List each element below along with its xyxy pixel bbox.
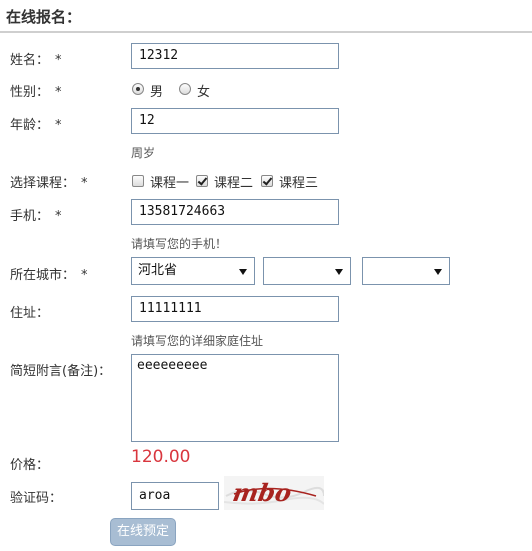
note-textarea[interactable]: eeeeeeeee (131, 354, 339, 442)
name-label-text: 姓名： (10, 53, 50, 68)
captcha-input[interactable]: aroa (131, 482, 219, 510)
address-hint: 请填写您的详细家庭住址 (131, 334, 264, 348)
name-input[interactable]: 12312 (131, 43, 339, 69)
gender-label: 性别： * (10, 81, 62, 100)
course-3-checkbox[interactable] (261, 175, 273, 187)
age-unit: 周岁 (131, 146, 156, 160)
gender-female-label[interactable]: 女 (197, 81, 210, 100)
phone-label-text: 手机： (10, 209, 50, 224)
gender-female-radio[interactable] (179, 83, 191, 95)
gender-male-label[interactable]: 男 (150, 81, 163, 100)
gender-label-text: 性别： (10, 85, 50, 100)
province-select-value: 河北省 (138, 263, 178, 278)
name-label: 姓名： * (10, 49, 62, 68)
chevron-down-icon (239, 269, 247, 275)
course-2-label[interactable]: 课程二 (214, 172, 253, 191)
required-mark: * (55, 118, 62, 133)
submit-button[interactable]: 在线预定 (110, 518, 176, 546)
form-title: 在线报名： (6, 8, 82, 26)
province-select[interactable]: 河北省 (131, 257, 255, 285)
required-mark: * (55, 85, 62, 100)
city-label-text: 所在城市： (10, 268, 76, 283)
required-mark: * (55, 209, 62, 224)
age-label-text: 年龄： (10, 118, 50, 133)
address-label: 住址： (10, 306, 50, 321)
required-mark: * (55, 53, 62, 68)
required-mark: * (81, 176, 88, 191)
note-label: 简短附言(备注)： (10, 364, 112, 379)
phone-input[interactable]: 13581724663 (131, 199, 339, 225)
course-2-checkbox[interactable] (196, 175, 208, 187)
city-label: 所在城市： * (10, 264, 88, 283)
title-divider (0, 31, 532, 33)
price-label: 价格： (10, 458, 50, 473)
course-1-checkbox[interactable] (132, 175, 144, 187)
gender-male-radio[interactable] (132, 83, 144, 95)
required-mark: * (81, 268, 88, 283)
age-label: 年龄： * (10, 114, 62, 133)
chevron-down-icon (434, 269, 442, 275)
price-value: 120.00 (131, 447, 191, 467)
address-input[interactable]: 11111111 (131, 296, 339, 322)
course-3-label[interactable]: 课程三 (279, 172, 318, 191)
course-label: 选择课程： * (10, 172, 88, 191)
course-label-text: 选择课程： (10, 176, 76, 191)
phone-label: 手机： * (10, 205, 62, 224)
age-input[interactable]: 12 (131, 108, 339, 134)
course-1-label[interactable]: 课程一 (150, 172, 189, 191)
phone-hint: 请填写您的手机！ (131, 237, 228, 251)
captcha-image[interactable]: mbo (224, 476, 324, 510)
district-select[interactable] (362, 257, 450, 285)
chevron-down-icon (335, 269, 343, 275)
city-select[interactable] (263, 257, 351, 285)
captcha-label: 验证码： (10, 491, 63, 506)
